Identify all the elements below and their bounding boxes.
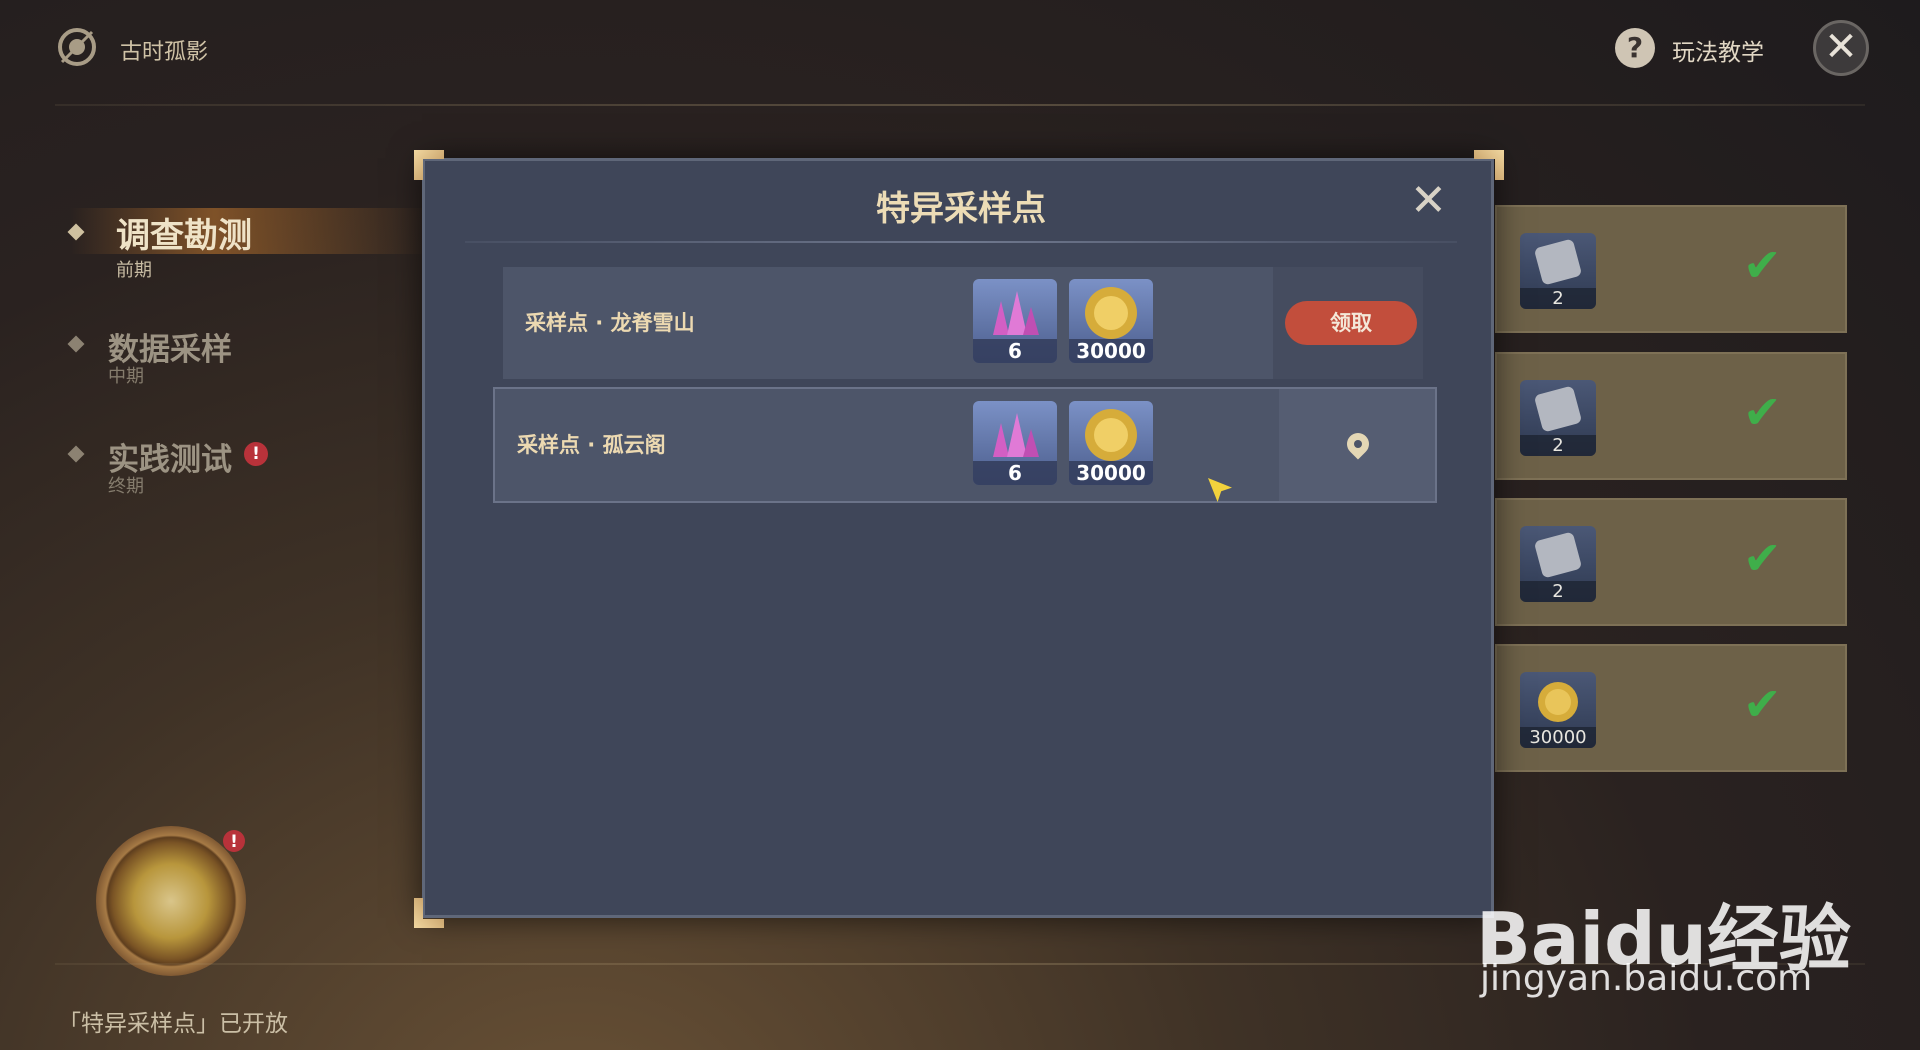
list-item: 采样点 · 孤云阁 6 30000 (493, 387, 1437, 503)
dialog-close-icon[interactable]: ✕ (1410, 179, 1447, 223)
sampling-point-label: 采样点 · 孤云阁 (517, 433, 666, 457)
alert-icon: ! (244, 442, 268, 466)
reward-item[interactable]: 2 (1520, 526, 1596, 602)
mora-coin-icon (1085, 287, 1137, 339)
item-count: 30000 (1069, 461, 1153, 485)
row-action-area (1279, 389, 1435, 501)
dialog-divider (465, 241, 1457, 243)
claim-button[interactable]: 领取 (1285, 301, 1417, 345)
alert-icon: ! (223, 830, 245, 852)
nav-item-phase: 前期 (116, 260, 152, 281)
item-count: 30000 (1069, 339, 1153, 363)
reward-item[interactable]: 30000 (1069, 401, 1153, 485)
close-icon[interactable]: ✕ (1813, 20, 1869, 76)
relic-icon (1535, 386, 1581, 432)
relic-icon (1535, 532, 1581, 578)
nav-diamond-icon (67, 445, 85, 463)
check-icon: ✔ (1743, 238, 1782, 292)
sampling-point-label: 采样点 · 龙脊雪山 (525, 311, 695, 335)
help-icon[interactable]: ? (1615, 28, 1655, 68)
relic-icon (1535, 239, 1581, 285)
reward-item[interactable]: 30000 (1520, 672, 1596, 748)
dialog-title: 特异采样点 (876, 189, 1046, 229)
check-icon: ✔ (1743, 531, 1782, 585)
check-icon: ✔ (1743, 385, 1782, 439)
location-pin-icon[interactable] (1342, 428, 1374, 460)
reward-count: 2 (1520, 581, 1596, 602)
help-button[interactable]: 玩法教学 (1672, 33, 1764, 67)
check-icon: ✔ (1743, 677, 1782, 731)
reward-count: 2 (1520, 288, 1596, 309)
header-divider (55, 104, 1865, 106)
sampling-point-dialog: 特异采样点 ✕ 采样点 · 龙脊雪山 6 30000 领取 采样点 · 孤云阁 … (422, 158, 1494, 918)
reward-count: 30000 (1520, 727, 1596, 748)
crystal-icon (993, 291, 1039, 335)
reward-item[interactable]: 2 (1520, 233, 1596, 309)
event-title: 古时孤影 (120, 40, 209, 65)
nav-item-phase: 中期 (108, 366, 144, 387)
nav-item-label: 调查勘测 (116, 216, 252, 256)
item-count: 6 (973, 339, 1057, 363)
reward-item[interactable]: 30000 (1069, 279, 1153, 363)
crystal-icon (993, 413, 1039, 457)
reward-item[interactable]: 2 (1520, 380, 1596, 456)
watermark-url: jingyan.baidu.com (1480, 958, 1813, 999)
item-count: 6 (973, 461, 1057, 485)
event-logo-icon (54, 24, 100, 70)
nav-item-phase: 终期 (108, 476, 144, 497)
reward-count: 2 (1520, 435, 1596, 456)
list-item: 采样点 · 龙脊雪山 6 30000 领取 (503, 267, 1423, 379)
mora-coin-icon (1085, 409, 1137, 461)
row-action-area: 领取 (1273, 267, 1423, 379)
nav-diamond-icon (67, 335, 85, 353)
compass-gadget-icon[interactable] (96, 826, 246, 976)
mora-coin-icon (1538, 682, 1578, 722)
unlock-notice: 「特异采样点」已开放 (58, 1011, 288, 1037)
reward-item[interactable]: 6 (973, 401, 1057, 485)
reward-item[interactable]: 6 (973, 279, 1057, 363)
